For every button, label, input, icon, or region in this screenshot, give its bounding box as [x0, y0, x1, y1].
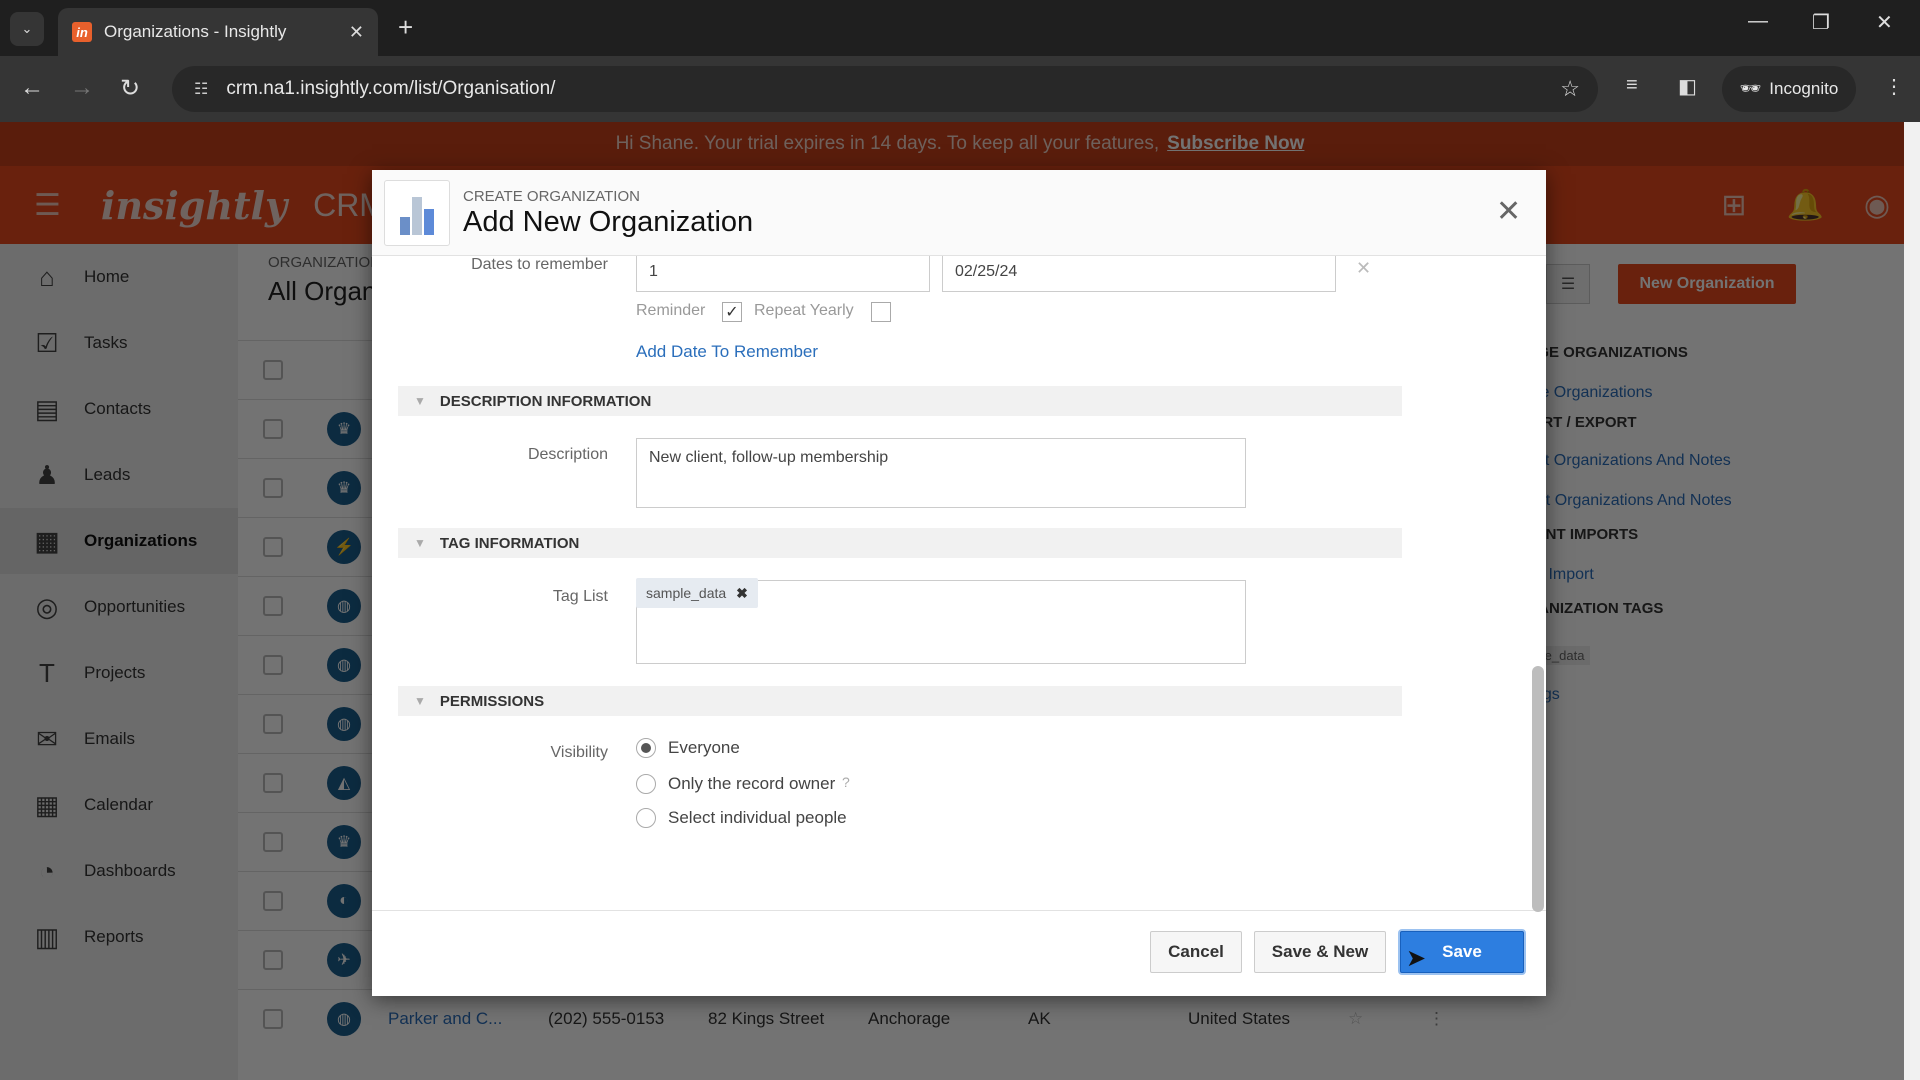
remove-tag-icon[interactable]: ✖ [736, 585, 748, 602]
modal-body: Dates to remember 1 02/25/24 ✕ Reminder … [372, 256, 1546, 910]
incognito-icon: 🕶 [1739, 79, 1762, 98]
forward-icon[interactable]: → [70, 74, 94, 102]
repeat-yearly-label: Repeat Yearly [754, 302, 854, 319]
incognito-label: Incognito [1769, 79, 1839, 98]
modal-footer: Cancel Save & New Save [372, 910, 1546, 996]
help-icon[interactable]: ? [842, 774, 850, 790]
insightly-favicon-icon: in [72, 22, 92, 42]
page-scrollbar[interactable] [1904, 122, 1920, 1080]
modal-subtitle: CREATE ORGANIZATION [463, 188, 640, 205]
browser-menu-icon[interactable]: ⋮ [1884, 74, 1904, 99]
minimize-icon[interactable]: — [1748, 10, 1768, 33]
modal-title: Add New Organization [463, 206, 754, 238]
modal-header: CREATE ORGANIZATION Add New Organization… [372, 170, 1546, 256]
close-window-icon[interactable]: ✕ [1876, 10, 1893, 35]
back-icon[interactable]: ← [20, 74, 44, 102]
visibility-individual-radio[interactable] [636, 808, 656, 828]
reload-icon[interactable]: ↻ [120, 74, 140, 103]
reminder-label: Reminder [636, 302, 706, 319]
bookmark-star-icon[interactable]: ☆ [1560, 76, 1580, 102]
new-tab-icon[interactable]: + [398, 12, 413, 43]
date-input[interactable]: 02/25/24 [942, 256, 1336, 292]
modal-scrollbar[interactable] [1532, 666, 1544, 912]
close-tab-icon[interactable]: ✕ [349, 22, 364, 43]
permissions-section-header[interactable]: ▼ PERMISSIONS [398, 686, 1402, 716]
cancel-button[interactable]: Cancel [1150, 931, 1242, 973]
visibility-everyone-label[interactable]: Everyone [668, 738, 740, 758]
visibility-owner-label[interactable]: Only the record owner [668, 774, 835, 794]
add-organization-modal: CREATE ORGANIZATION Add New Organization… [372, 170, 1546, 996]
visibility-everyone-radio[interactable] [636, 738, 656, 758]
section-title: PERMISSIONS [439, 692, 545, 710]
tag-section-header[interactable]: ▼ TAG INFORMATION [398, 528, 1402, 558]
tag-chip: sample_data ✖ [636, 578, 758, 608]
address-bar[interactable]: ☷ crm.na1.insightly.com/list/Organisatio… [172, 66, 1598, 112]
section-title: DESCRIPTION INFORMATION [439, 392, 652, 410]
description-label: Description [527, 446, 608, 463]
visibility-label: Visibility [550, 744, 609, 761]
modal-close-icon[interactable]: ✕ [1496, 194, 1521, 229]
description-section-header[interactable]: ▼ DESCRIPTION INFORMATION [398, 386, 1402, 416]
chevron-down-icon: ▼ [414, 394, 426, 408]
visibility-individual-label[interactable]: Select individual people [668, 808, 847, 828]
description-textarea[interactable]: New client, follow-up membership [636, 438, 1246, 508]
media-icon[interactable]: ≡ [1626, 74, 1638, 97]
side-panel-icon[interactable]: ◧ [1678, 74, 1697, 99]
add-date-to-remember-link[interactable]: Add Date To Remember [636, 342, 818, 362]
mouse-cursor-icon: ➤ [1406, 945, 1427, 972]
repeat-yearly-checkbox[interactable] [871, 302, 891, 322]
chevron-down-icon: ▼ [414, 694, 426, 708]
section-title: TAG INFORMATION [439, 534, 580, 552]
browser-tab[interactable]: in Organizations - Insightly ✕ [58, 8, 378, 56]
reminder-checkbox[interactable]: ✓ [722, 302, 742, 322]
organization-building-icon [384, 180, 450, 246]
remove-date-icon[interactable]: ✕ [1356, 258, 1371, 279]
dates-to-remember-label: Dates to remember [471, 256, 608, 273]
tag-label: sample_data [646, 585, 727, 601]
date-name-input[interactable]: 1 [636, 256, 930, 292]
tab-search-button[interactable]: ⌄ [10, 12, 44, 46]
incognito-badge[interactable]: 🕶 Incognito [1722, 66, 1856, 112]
restore-icon[interactable]: ❐ [1812, 10, 1830, 35]
tag-list-label: Tag List [552, 588, 608, 605]
visibility-owner-radio[interactable] [636, 774, 656, 794]
tab-title: Organizations - Insightly [104, 22, 287, 41]
chevron-down-icon: ▼ [414, 536, 426, 550]
save-and-new-button[interactable]: Save & New [1254, 931, 1386, 973]
url-text: crm.na1.insightly.com/list/Organisation/ [226, 78, 556, 99]
site-info-icon[interactable]: ☷ [194, 79, 208, 99]
